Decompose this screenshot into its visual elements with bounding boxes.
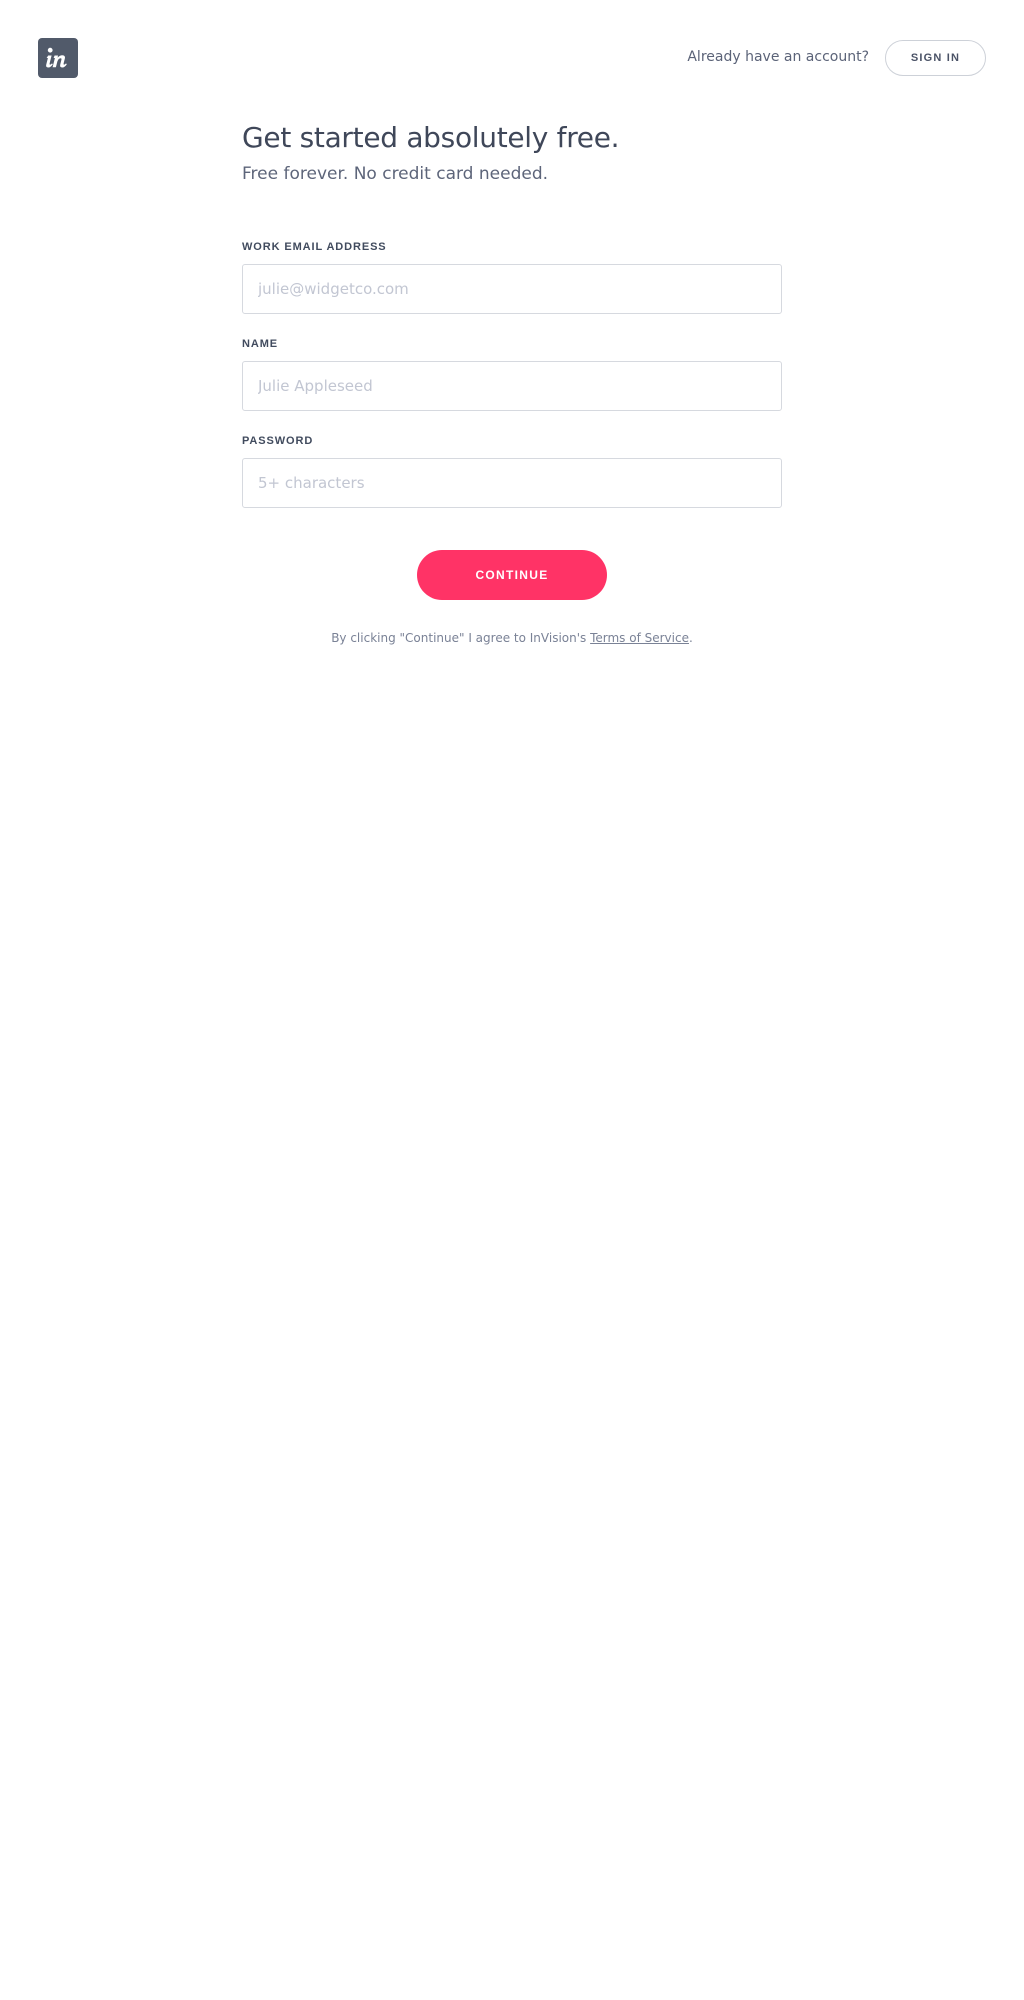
password-input[interactable] [242, 458, 782, 508]
terms-suffix-text: . [688, 631, 693, 645]
page-subtitle: Free forever. No credit card needed. [242, 164, 549, 184]
password-label: PASSWORD [242, 435, 314, 447]
name-field-group: NAME [242, 337, 782, 411]
invision-logo[interactable] [38, 38, 78, 78]
already-have-account-text: Already have an account? [687, 49, 869, 65]
sign-in-button[interactable]: SIGN IN [885, 40, 986, 76]
email-label: WORK EMAIL ADDRESS [242, 241, 387, 253]
signup-form-section: Get started absolutely free. Free foreve… [242, 118, 782, 645]
invision-logo-icon [46, 47, 67, 68]
name-label: NAME [242, 338, 278, 350]
terms-notice: By clicking "Continue" I agree to InVisi… [242, 630, 782, 646]
terms-prefix-text: By clicking "Continue" I agree to InVisi… [331, 631, 591, 645]
email-field-group: WORK EMAIL ADDRESS [242, 240, 782, 314]
page-header: Already have an account? SIGN IN [0, 0, 1024, 116]
password-field-group: PASSWORD [242, 434, 782, 508]
continue-button[interactable]: CONTINUE [417, 550, 607, 600]
page-title: Get started absolutely free. [242, 121, 620, 154]
email-input[interactable] [242, 264, 782, 314]
terms-of-service-link[interactable]: Terms of Service [590, 631, 689, 645]
name-input[interactable] [242, 361, 782, 411]
